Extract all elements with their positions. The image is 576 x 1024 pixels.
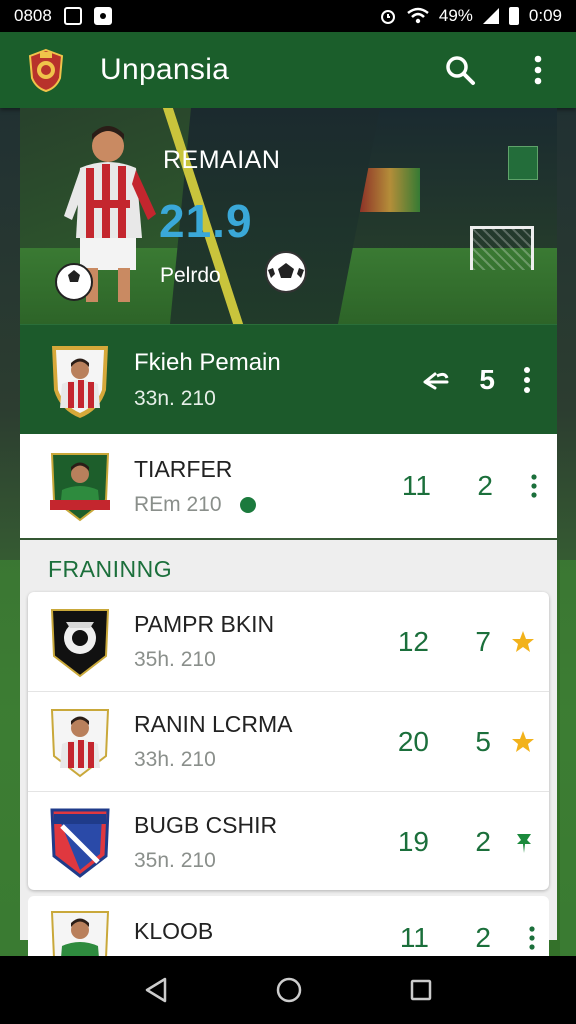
wifi-icon [407,7,429,24]
recent-apps-icon[interactable] [409,978,433,1002]
stat-b: 5 [475,725,491,757]
more-vertical-icon[interactable] [520,52,556,88]
image-notification-icon [63,7,82,25]
featured-player-row[interactable]: Fkieh Pemain 33n. 210 5 [20,324,557,434]
section-title: FRANINNG [48,556,173,582]
hero-title: REMAIAN [163,146,281,174]
stat-a: 11 [399,922,429,953]
list-item[interactable]: TIARFER REm 210 11 2 [20,434,557,538]
player-image [55,126,156,302]
back-icon[interactable] [143,976,169,1004]
stat-a: 20 [397,725,429,757]
featured-number: 5 [479,363,495,395]
app-title: Unpansia [100,53,230,86]
signal-icon [482,8,499,24]
stat-b: 2 [475,826,491,857]
list-item-name: BUGB CSHIR [134,811,278,838]
pin-icon[interactable] [513,830,535,854]
stat-b: 2 [475,922,491,953]
more-vertical-icon[interactable] [523,366,531,393]
goal-net [470,226,534,270]
swap-arrow-icon[interactable] [421,368,451,392]
home-icon[interactable] [275,976,303,1004]
more-vertical-icon[interactable] [529,926,535,950]
status-time-right: 0:09 [528,6,562,25]
hero-advertising-board [360,168,420,212]
status-time-left: 0808 [14,6,52,25]
hero-banner[interactable]: REMAIAN 21.9 Pelrdo [20,108,557,324]
featured-date: 33n. 210 [134,386,216,410]
status-dot-icon [239,496,256,513]
app-notification-icon [93,7,112,25]
list-item-name: PAMPR BKIN [134,611,275,637]
list-item[interactable]: PAMPR BKIN 35h. 210 12 7 [28,592,549,692]
list-item-name: RANIN LCRMA [134,711,293,737]
more-vertical-icon[interactable] [531,474,537,498]
team-crest-icon [50,453,110,522]
list-item-date: 33h. 210 [134,748,216,771]
navigation-bar [0,956,576,1024]
status-bar: 0808 49% 0:09 [0,0,576,32]
team-crest-icon [50,608,110,677]
featured-name: Fkieh Pemain [134,348,281,376]
list-item[interactable]: BUGB CSHIR 35n. 210 19 2 [28,792,549,892]
list-item-name: TIARFER [134,455,233,482]
stat-a: 19 [397,826,429,857]
soccer-ball-icon [265,251,307,293]
app-bar: Unpansia [0,32,576,108]
list-item[interactable]: RANIN LCRMA 33h. 210 20 5 [28,692,549,792]
star-icon[interactable] [511,630,535,654]
stat-b: 7 [475,625,491,657]
player-crest-icon [50,708,110,777]
hero-subtitle: Pelrdo [160,264,221,287]
stat-a: 11 [401,470,431,501]
hero-flag-icon [508,146,538,180]
training-section: FRANINNG PAMPR BKIN 35h. 210 12 7 RANIN … [20,540,557,940]
stat-a: 12 [397,625,429,657]
stat-b: 2 [477,470,493,501]
list-item-name: KLOOB [134,918,214,944]
alarm-icon [380,10,395,24]
battery-icon [508,7,519,25]
search-icon[interactable] [442,52,478,88]
player-crest-icon [52,345,108,418]
club-logo-icon[interactable] [26,48,66,92]
training-list-card: PAMPR BKIN 35h. 210 12 7 RANIN LCRMA 33h… [28,592,549,890]
list-item-date: REm 210 [134,492,222,516]
star-icon[interactable] [511,730,535,754]
battery-percent: 49% [438,6,473,25]
list-item-date: 35n. 210 [134,848,216,872]
hero-score: 21.9 [159,195,253,247]
list-item-date: 35h. 210 [134,648,216,671]
team-crest-icon [50,808,110,878]
